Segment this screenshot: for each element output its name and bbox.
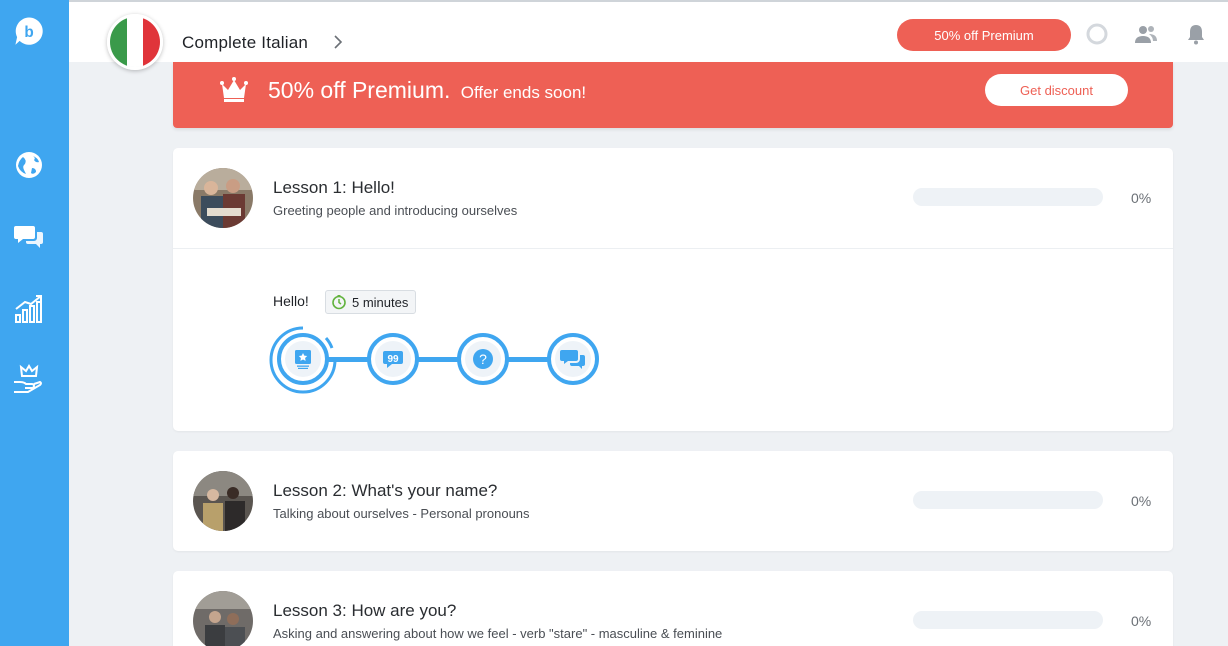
friends-icon[interactable] xyxy=(1134,22,1158,46)
globe-icon[interactable] xyxy=(12,148,46,182)
duration-badge: 5 minutes xyxy=(325,290,417,314)
course-title[interactable]: Complete Italian xyxy=(182,33,308,53)
logo-icon[interactable]: b xyxy=(12,15,46,49)
step-conversation[interactable] xyxy=(547,333,599,385)
notifications-bell-icon[interactable] xyxy=(1184,22,1208,46)
premium-crown-hand-icon[interactable] xyxy=(12,362,46,396)
lesson-card: Lesson 2: What's your name? Talking abou… xyxy=(173,451,1173,551)
duration-text: 5 minutes xyxy=(352,294,409,310)
flag-stripe-red xyxy=(143,17,160,67)
timer-icon xyxy=(332,295,346,310)
lesson-description: Asking and answering about how we feel -… xyxy=(273,626,723,641)
lesson-progress-text: 0% xyxy=(1131,613,1152,629)
loading-spinner-icon xyxy=(1085,22,1109,46)
unit-steps: 99 ? xyxy=(269,324,609,394)
lesson-progress-bar xyxy=(913,188,1103,206)
flag-stripe-white xyxy=(126,17,144,67)
lesson-avatar xyxy=(193,591,253,646)
lesson-description: Greeting people and introducing ourselve… xyxy=(273,203,518,218)
unit-title: Hello! xyxy=(273,293,309,309)
lesson-progress-text: 0% xyxy=(1131,493,1152,509)
question-icon: ? xyxy=(465,341,501,377)
lesson-header[interactable]: Lesson 1: Hello! Greeting people and int… xyxy=(173,148,1173,248)
svg-text:?: ? xyxy=(479,351,487,367)
lesson-avatar xyxy=(193,471,253,531)
lesson-title: Lesson 3: How are you? xyxy=(273,601,457,620)
lesson-title: Lesson 2: What's your name? xyxy=(273,481,498,500)
progress-chart-icon[interactable] xyxy=(12,292,46,326)
quote-icon: 99 xyxy=(375,341,411,377)
lesson-progress-text: 0% xyxy=(1131,190,1152,206)
lesson-card: Lesson 1: Hello! Greeting people and int… xyxy=(173,148,1173,431)
lesson-unit-panel: Hello! 5 minutes 99 ? xyxy=(173,248,1173,430)
step-flashcards[interactable] xyxy=(277,333,329,385)
steps-connector xyxy=(299,357,569,362)
step-dialogue[interactable]: 99 xyxy=(367,333,419,385)
italian-flag-icon[interactable] xyxy=(107,14,163,70)
svg-text:b: b xyxy=(24,24,33,41)
premium-offer-button[interactable]: 50% off Premium xyxy=(897,19,1071,51)
crown-icon xyxy=(219,76,249,104)
flashcard-icon xyxy=(285,341,321,377)
lesson-title: Lesson 1: Hello! xyxy=(273,178,395,197)
chat-icon[interactable] xyxy=(12,220,46,254)
banner-headline: 50% off Premium. Offer ends soon! xyxy=(268,77,586,104)
promo-banner: 50% off Premium. Offer ends soon! Get di… xyxy=(173,62,1173,128)
lesson-progress-bar xyxy=(913,611,1103,629)
svg-text:99: 99 xyxy=(387,354,399,365)
flag-stripe-green xyxy=(110,17,127,67)
chevron-right-icon[interactable] xyxy=(332,33,344,51)
lesson-card: Lesson 3: How are you? Asking and answer… xyxy=(173,571,1173,646)
top-bar: Complete Italian 50% off Premium xyxy=(69,0,1228,70)
step-quiz[interactable]: ? xyxy=(457,333,509,385)
lesson-header[interactable]: Lesson 2: What's your name? Talking abou… xyxy=(173,451,1173,551)
conversation-icon xyxy=(555,341,591,377)
sidebar: b xyxy=(0,0,69,646)
lesson-header[interactable]: Lesson 3: How are you? Asking and answer… xyxy=(173,571,1173,646)
banner-title: 50% off Premium. xyxy=(268,77,451,103)
get-discount-button[interactable]: Get discount xyxy=(985,74,1128,106)
lesson-avatar xyxy=(193,168,253,228)
lesson-description: Talking about ourselves - Personal prono… xyxy=(273,506,530,521)
banner-subtitle: Offer ends soon! xyxy=(460,83,587,102)
lesson-progress-bar xyxy=(913,491,1103,509)
